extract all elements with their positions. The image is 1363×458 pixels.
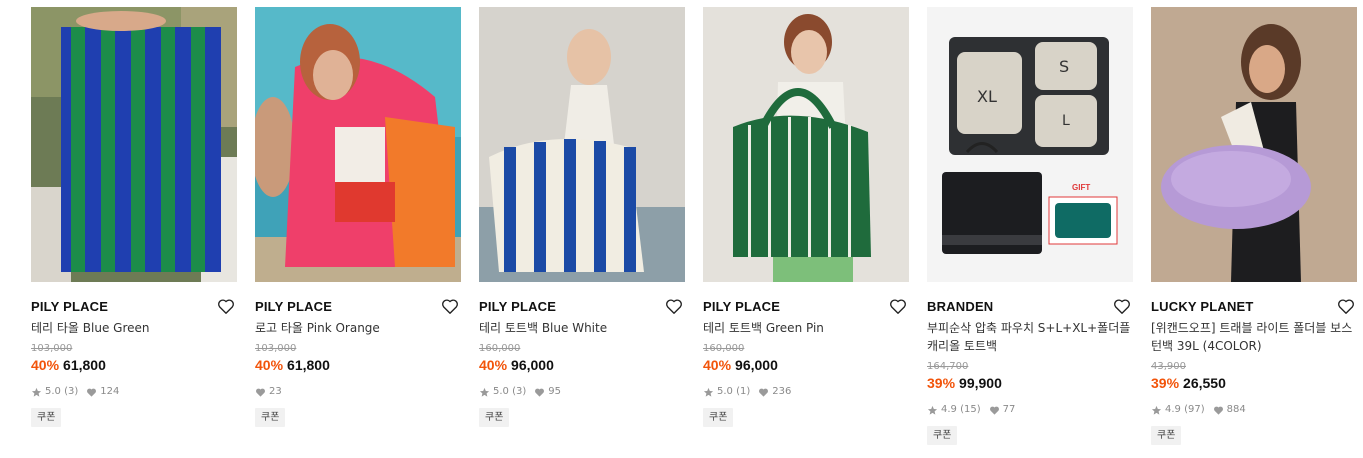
price-line: 40% 61,800 — [31, 356, 237, 374]
original-price: 160,000 — [479, 343, 521, 354]
product-card[interactable]: PILY PLACE 테리 토트백 Blue White 160,000 40%… — [479, 7, 685, 427]
original-price: 103,000 — [31, 343, 73, 354]
product-card[interactable]: PILY PLACE 로고 타올 Pink Orange 103,000 40%… — [255, 7, 461, 427]
product-title[interactable]: 부피순삭 압축 파우치 S+L+XL+폴더플 캐리올 토트백 — [927, 319, 1133, 355]
discount-rate: 40% — [255, 357, 284, 373]
original-price: 43,900 — [1151, 361, 1186, 372]
price-line: 40% 96,000 — [703, 356, 909, 374]
star-icon — [927, 405, 938, 415]
review-count: (1) — [736, 386, 751, 397]
brand-name[interactable]: BRANDEN — [927, 299, 993, 314]
product-title[interactable]: 테리 토트백 Blue White — [479, 319, 685, 337]
star-icon — [479, 387, 490, 397]
product-image[interactable] — [31, 7, 237, 282]
product-title[interactable]: 테리 타올 Blue Green — [31, 319, 237, 337]
product-meta: 4.9 (15) 77 — [927, 403, 1133, 417]
like-heart-icon — [256, 388, 265, 397]
sale-price: 61,800 — [63, 357, 106, 373]
gift-label: GIFT — [1072, 183, 1090, 192]
like-heart-icon — [87, 388, 97, 397]
review-count: (3) — [512, 386, 527, 397]
like-count: 95 — [548, 386, 561, 397]
star-icon — [703, 387, 714, 397]
like-count: 884 — [1226, 404, 1246, 415]
sale-price: 61,800 — [287, 357, 330, 373]
heart-icon[interactable] — [217, 298, 235, 315]
image-label-l: L — [1062, 113, 1070, 129]
original-price: 164,700 — [927, 361, 969, 372]
rating-value: 4.9 — [1165, 404, 1181, 415]
sale-price: 96,000 — [511, 357, 554, 373]
heart-icon[interactable] — [1113, 298, 1131, 315]
product-card[interactable]: PILY PLACE 테리 타올 Blue Green 103,000 40% 6… — [31, 7, 237, 427]
discount-rate: 39% — [1151, 375, 1180, 391]
product-image[interactable] — [255, 7, 461, 282]
rating-value: 4.9 — [941, 404, 957, 415]
coupon-badge: 쿠폰 — [927, 426, 958, 445]
image-label-s: S — [1059, 57, 1069, 76]
original-price: 103,000 — [255, 343, 297, 354]
coupon-badge: 쿠폰 — [479, 408, 510, 427]
brand-name[interactable]: PILY PLACE — [31, 299, 108, 314]
product-meta: 23 — [255, 385, 461, 399]
product-card[interactable]: XL S L GIFT BRANDEN 부피순삭 압축 파우치 S+L+XL+폴… — [927, 7, 1133, 445]
product-image[interactable]: XL S L GIFT — [927, 7, 1133, 282]
sale-price: 99,900 — [959, 375, 1002, 391]
heart-icon[interactable] — [441, 298, 459, 315]
original-price: 160,000 — [703, 343, 745, 354]
rating-value: 5.0 — [45, 386, 61, 397]
image-label-xl: XL — [977, 87, 997, 106]
like-count: 236 — [772, 386, 792, 397]
heart-icon[interactable] — [889, 298, 907, 315]
like-heart-icon — [759, 388, 769, 397]
price-line: 40% 61,800 — [255, 356, 461, 374]
product-title[interactable]: [위캔드오프] 트래블 라이트 폴더블 보스턴백 39L (4COLOR) — [1151, 319, 1357, 355]
product-meta: 5.0 (3) 124 — [31, 385, 237, 399]
like-heart-icon — [1213, 406, 1223, 415]
price-line: 39% 99,900 — [927, 374, 1133, 392]
product-row: PILY PLACE 테리 타올 Blue Green 103,000 40% 6… — [0, 0, 1363, 458]
coupon-badge: 쿠폰 — [703, 408, 734, 427]
review-count: (15) — [960, 404, 981, 415]
like-count: 124 — [100, 386, 120, 397]
like-count: 77 — [1002, 404, 1016, 415]
product-meta: 4.9 (97) 884 — [1151, 403, 1357, 417]
coupon-badge: 쿠폰 — [1151, 426, 1182, 445]
star-icon — [31, 387, 42, 397]
discount-rate: 39% — [927, 375, 956, 391]
brand-name[interactable]: PILY PLACE — [703, 299, 780, 314]
product-meta: 5.0 (3) 95 — [479, 385, 685, 399]
brand-name[interactable]: PILY PLACE — [255, 299, 332, 314]
product-image[interactable] — [1151, 7, 1357, 282]
product-image[interactable] — [479, 7, 685, 282]
like-heart-icon — [535, 388, 545, 397]
coupon-badge: 쿠폰 — [255, 408, 286, 427]
heart-icon[interactable] — [665, 298, 683, 315]
brand-name[interactable]: LUCKY PLANET — [1151, 299, 1254, 314]
coupon-badge: 쿠폰 — [31, 408, 62, 427]
like-count: 23 — [269, 386, 282, 397]
price-line: 40% 96,000 — [479, 356, 685, 374]
star-icon — [1151, 405, 1162, 415]
product-image[interactable] — [703, 7, 909, 282]
product-card[interactable]: PILY PLACE 테리 토트백 Green Pin 160,000 40% 9… — [703, 7, 909, 427]
discount-rate: 40% — [479, 357, 508, 373]
like-heart-icon — [989, 406, 999, 415]
product-title[interactable]: 로고 타올 Pink Orange — [255, 319, 461, 337]
sale-price: 96,000 — [735, 357, 778, 373]
sale-price: 26,550 — [1183, 375, 1226, 391]
heart-icon[interactable] — [1337, 298, 1355, 315]
product-title[interactable]: 테리 토트백 Green Pin — [703, 319, 909, 337]
rating-value: 5.0 — [717, 386, 733, 397]
rating-value: 5.0 — [493, 386, 509, 397]
brand-name[interactable]: PILY PLACE — [479, 299, 556, 314]
product-card[interactable]: LUCKY PLANET [위캔드오프] 트래블 라이트 폴더블 보스턴백 39… — [1151, 7, 1357, 445]
review-count: (3) — [64, 386, 79, 397]
discount-rate: 40% — [703, 357, 732, 373]
product-meta: 5.0 (1) 236 — [703, 385, 909, 399]
discount-rate: 40% — [31, 357, 60, 373]
review-count: (97) — [1184, 404, 1205, 415]
price-line: 39% 26,550 — [1151, 374, 1357, 392]
